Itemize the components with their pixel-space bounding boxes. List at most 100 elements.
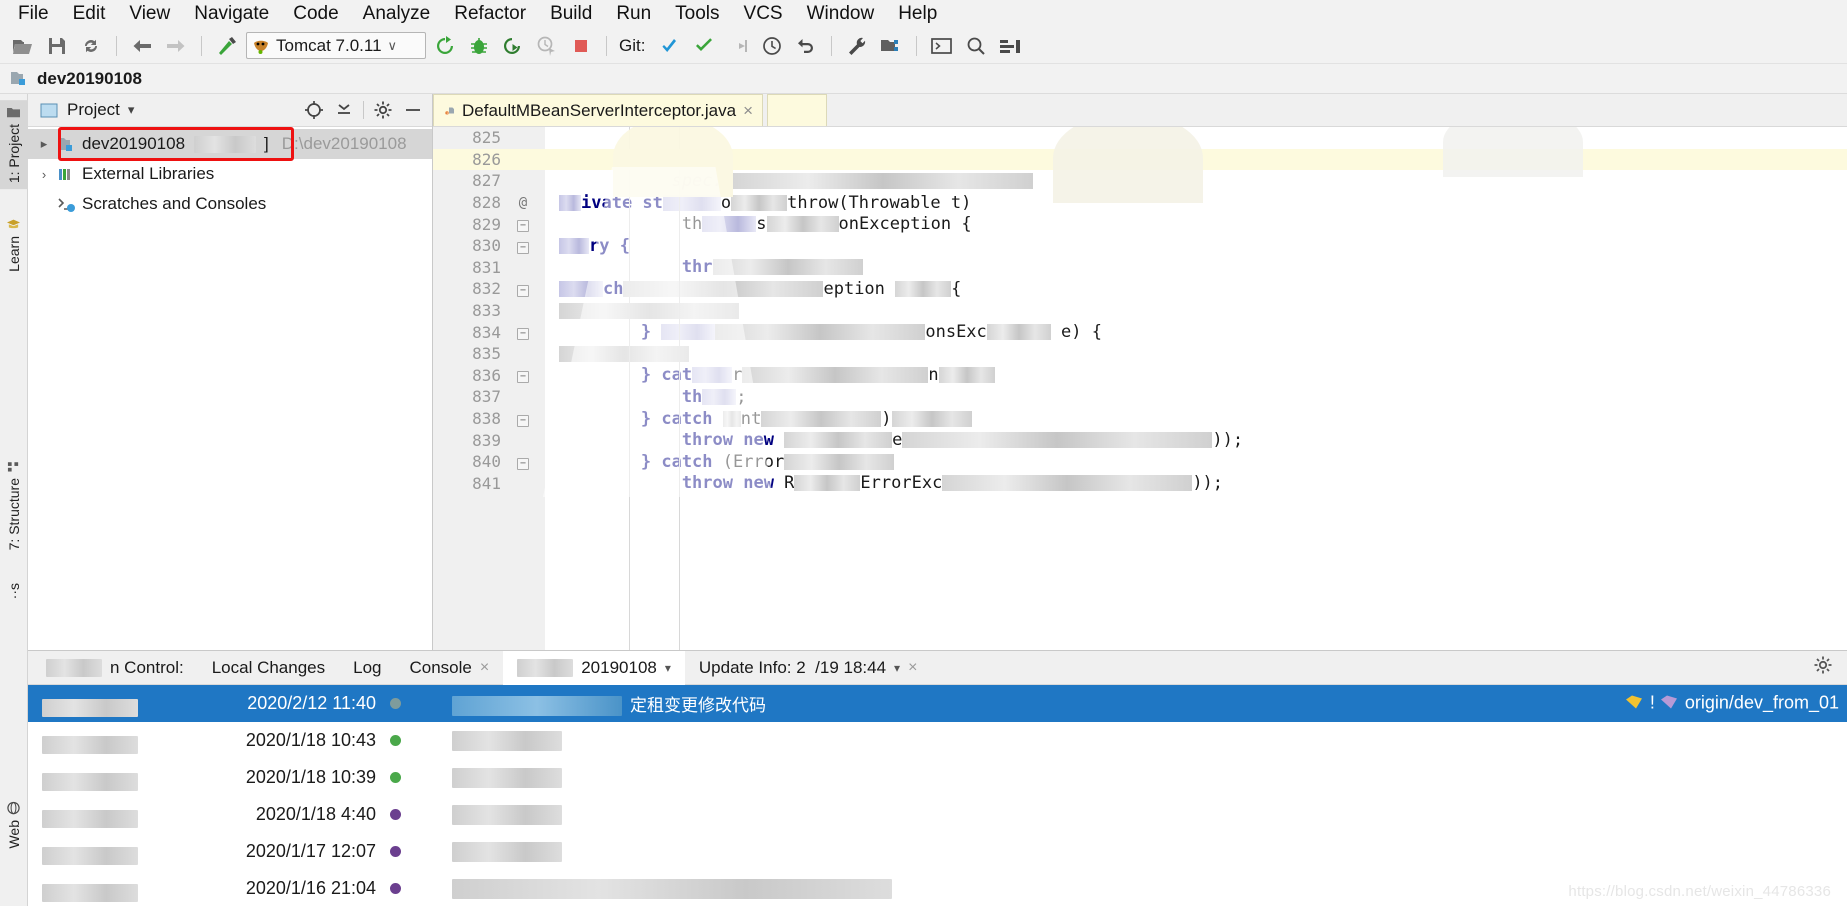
- chevron-down-icon[interactable]: ▾: [128, 102, 135, 118]
- gutter-line[interactable]: 826: [433, 148, 545, 171]
- menu-item-help[interactable]: Help: [886, 1, 949, 27]
- gutter-line[interactable]: 835: [433, 343, 545, 365]
- code-line[interactable]: th s onException {: [559, 213, 1847, 235]
- run-with-coverage-icon[interactable]: [498, 32, 528, 60]
- gutter-line[interactable]: 838 −: [433, 408, 545, 430]
- gutter-line[interactable]: 831: [433, 257, 545, 279]
- tree-node-2[interactable]: Scratches and Consoles: [28, 189, 432, 219]
- gutter-marker[interactable]: −: [501, 324, 545, 341]
- code-line[interactable]: ch eption {: [559, 278, 1847, 300]
- sidebar-item-learn[interactable]: Learn: [0, 212, 28, 278]
- search-everywhere-icon[interactable]: [961, 32, 991, 60]
- run-icon[interactable]: [430, 32, 460, 60]
- gutter-marker[interactable]: −: [501, 367, 545, 384]
- menu-item-analyze[interactable]: Analyze: [351, 1, 443, 27]
- fold-toggle-icon[interactable]: −: [517, 457, 529, 470]
- vcs-tab-4[interactable]: 20190108 ▾: [503, 650, 685, 685]
- breadcrumb-project-name[interactable]: dev20190108: [37, 69, 142, 89]
- gutter-line[interactable]: 834 −: [433, 321, 545, 343]
- gutter-line[interactable]: 841: [433, 473, 545, 495]
- menu-item-tools[interactable]: Tools: [663, 1, 731, 27]
- close-icon[interactable]: ×: [908, 659, 917, 677]
- sidebar-item-project[interactable]: 1: Project: [0, 100, 28, 190]
- gutter-line[interactable]: 828 @: [433, 192, 545, 214]
- vcs-tab-1[interactable]: Local Changes: [198, 651, 339, 685]
- menu-item-window[interactable]: Window: [795, 1, 887, 27]
- menu-item-build[interactable]: Build: [538, 1, 604, 27]
- code-line[interactable]: } catch nt): [559, 408, 1847, 430]
- fold-toggle-icon[interactable]: −: [517, 328, 529, 341]
- commit-row[interactable]: 2020/1/18 4:40: [28, 796, 1847, 833]
- commit-row[interactable]: 2020/1/17 12:07: [28, 833, 1847, 870]
- fold-toggle-icon[interactable]: −: [517, 371, 529, 384]
- gutter-line[interactable]: 836 −: [433, 365, 545, 387]
- gutter-marker[interactable]: @: [501, 195, 545, 211]
- branch-tag[interactable]: ! origin/dev_from_01: [1625, 693, 1839, 714]
- gutter-line[interactable]: 830 −: [433, 235, 545, 257]
- gutter-line[interactable]: 832 −: [433, 278, 545, 300]
- gutter-marker[interactable]: −: [501, 281, 545, 297]
- revert-undo-icon[interactable]: [791, 32, 821, 60]
- menu-item-navigate[interactable]: Navigate: [182, 1, 281, 27]
- menu-item-refactor[interactable]: Refactor: [442, 1, 538, 27]
- profile-icon[interactable]: [532, 32, 562, 60]
- gutter-line[interactable]: 833: [433, 300, 545, 322]
- run-anything-icon[interactable]: [927, 32, 957, 60]
- code-line[interactable]: thr: [559, 257, 1847, 279]
- sidebar-item-web[interactable]: Web: [0, 796, 28, 855]
- vcs-tab-5[interactable]: Update Info: 2 /19 18:44 ▾ ×: [685, 651, 932, 685]
- update-project-icon[interactable]: [655, 32, 685, 60]
- git-log-list[interactable]: 2020/2/12 11:40 定租变更修改代码! origin/dev_from_…: [28, 685, 1847, 906]
- collapse-all-icon[interactable]: [333, 99, 355, 121]
- fold-toggle-icon[interactable]: −: [517, 220, 529, 233]
- history-clock-icon[interactable]: [757, 32, 787, 60]
- menu-item-vcs[interactable]: VCS: [732, 1, 795, 27]
- commit-row[interactable]: 2020/1/18 10:39: [28, 759, 1847, 796]
- fold-toggle-icon[interactable]: −: [517, 241, 529, 254]
- code-line[interactable]: ivate st o throw(Throwable t): [559, 192, 1847, 214]
- editor-tab-default-mbean-server-interceptor[interactable]: J DefaultMBeanServerInterceptor.java ×: [433, 94, 763, 126]
- chevron-down-icon[interactable]: ▾: [894, 661, 900, 675]
- gutter-line[interactable]: 839: [433, 429, 545, 451]
- tree-expand-arrow[interactable]: ›: [36, 167, 52, 182]
- gear-icon[interactable]: [372, 99, 394, 121]
- code-line[interactable]: [559, 343, 1847, 365]
- gutter-line[interactable]: 840 −: [433, 451, 545, 473]
- tree-expand-arrow[interactable]: ▸: [36, 136, 52, 152]
- code-line[interactable]: } catch (Error: [559, 451, 1847, 473]
- locate-target-icon[interactable]: [303, 99, 325, 121]
- back-arrow-icon[interactable]: [127, 32, 157, 60]
- code-line[interactable]: [559, 127, 1847, 149]
- menu-item-view[interactable]: View: [117, 1, 182, 27]
- menu-item-file[interactable]: File: [6, 1, 61, 27]
- code-line[interactable]: throw new R ErrorExc));: [559, 473, 1847, 495]
- hide-minimize-icon[interactable]: [402, 99, 424, 121]
- debug-bug-icon[interactable]: [464, 32, 494, 60]
- code-line[interactable]: throw new e));: [559, 429, 1847, 451]
- sidebar-item-structure[interactable]: 7: Structure: [0, 454, 28, 556]
- gutter-line[interactable]: 829 −: [433, 213, 545, 235]
- fold-toggle-icon[interactable]: −: [517, 414, 529, 427]
- vcs-tab-3[interactable]: Console ×: [396, 651, 504, 685]
- gutter-marker[interactable]: −: [501, 454, 545, 470]
- menu-item-run[interactable]: Run: [604, 1, 663, 27]
- gutter-line[interactable]: 837: [433, 386, 545, 408]
- run-configuration-selector[interactable]: Tomcat 7.0.11 ∨: [246, 32, 426, 59]
- tree-node-1[interactable]: › External Libraries: [28, 159, 432, 189]
- menu-item-code[interactable]: Code: [281, 1, 350, 27]
- code-line[interactable]: [559, 300, 1847, 322]
- gutter-marker[interactable]: −: [501, 238, 545, 254]
- commit-row[interactable]: 2020/1/18 10:43: [28, 722, 1847, 759]
- gear-icon[interactable]: [1799, 655, 1847, 680]
- gutter-line[interactable]: 825: [433, 127, 545, 149]
- vcs-tab-0[interactable]: n Control:: [32, 651, 198, 685]
- chevron-down-icon[interactable]: ▾: [665, 661, 671, 675]
- forward-arrow-icon[interactable]: [161, 32, 191, 60]
- gutter-marker[interactable]: −: [501, 216, 545, 233]
- commit-row[interactable]: 2020/2/12 11:40 定租变更修改代码! origin/dev_from_…: [28, 685, 1847, 722]
- code-line[interactable]: th;: [559, 386, 1847, 408]
- code-line[interactable]: } onsExc e) {: [559, 321, 1847, 343]
- commit-checkmark-icon[interactable]: [689, 32, 719, 60]
- fold-toggle-icon[interactable]: −: [517, 284, 529, 297]
- vcs-tab-2[interactable]: Log: [339, 651, 395, 685]
